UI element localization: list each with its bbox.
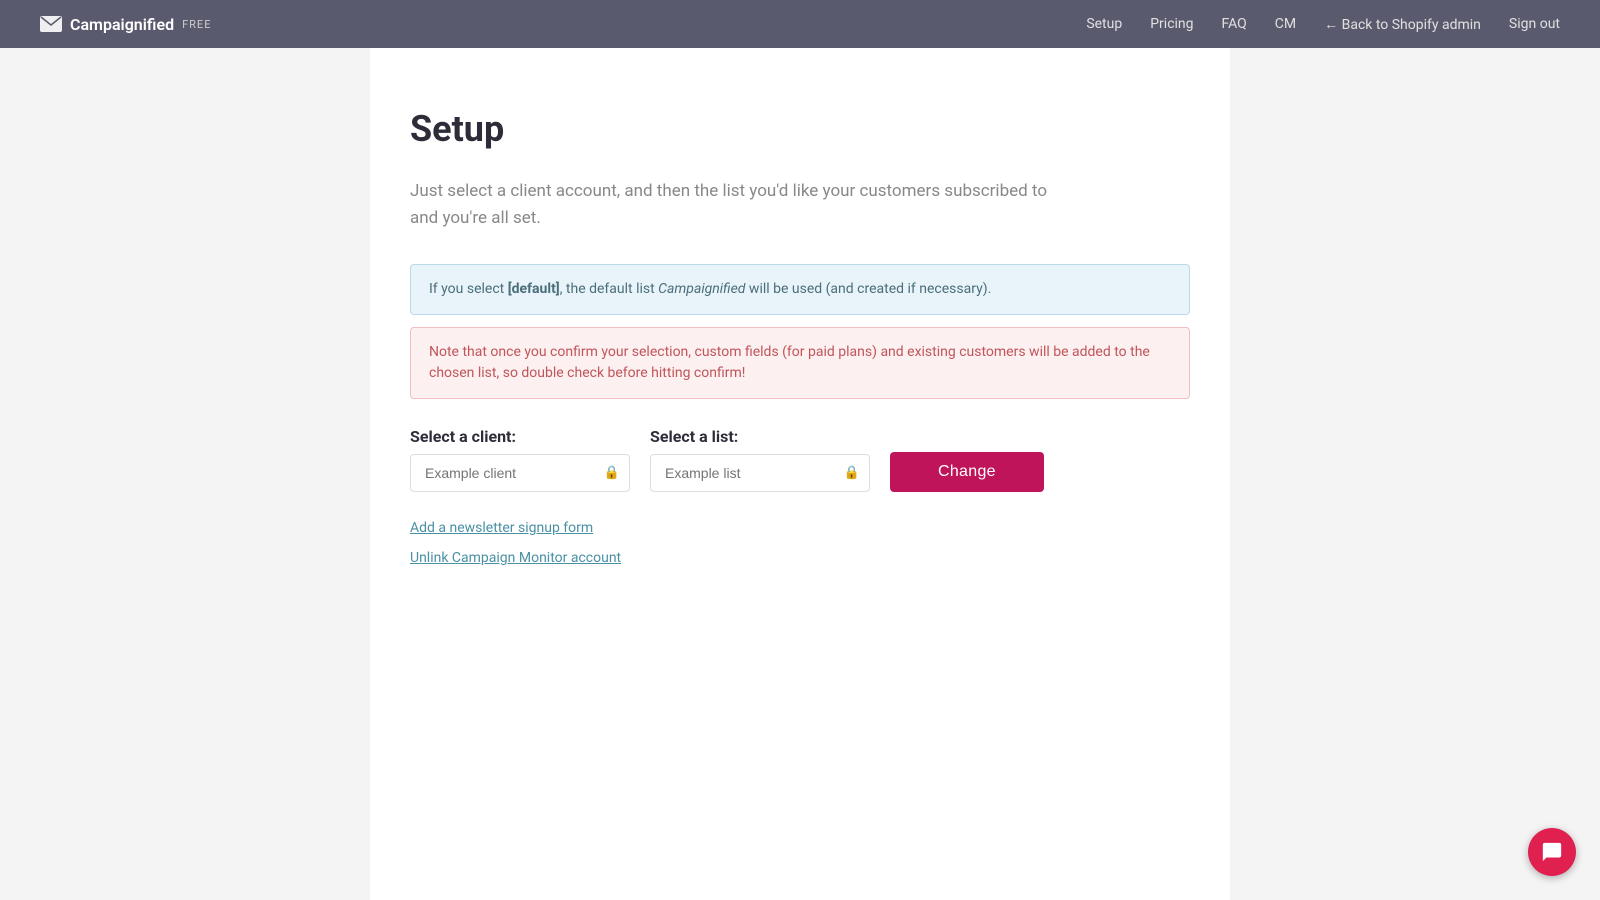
chat-icon	[1541, 841, 1563, 863]
list-label: Select a list:	[650, 427, 870, 446]
nav-sign-out[interactable]: Sign out	[1509, 16, 1560, 32]
alert-warning: Note that once you confirm your selectio…	[410, 327, 1190, 399]
nav-pricing[interactable]: Pricing	[1150, 16, 1193, 32]
alert-warning-text: Note that once you confirm your selectio…	[429, 344, 1150, 381]
action-links: Add a newsletter signup form Unlink Camp…	[410, 520, 1190, 566]
change-button[interactable]: Change	[890, 452, 1044, 492]
alert-info-prefix: If you select	[429, 281, 508, 297]
list-lock-icon: 🔒	[844, 466, 860, 481]
alert-info-highlight: [default]	[508, 281, 560, 297]
navbar: Campaignified FREE Setup Pricing FAQ CM …	[0, 0, 1600, 48]
nav-setup[interactable]: Setup	[1086, 16, 1122, 32]
list-group: Select a list: 🔒	[650, 427, 870, 492]
alert-info-end: will be used (and created if necessary).	[745, 281, 991, 297]
client-input[interactable]	[410, 454, 630, 492]
alert-info: If you select [default], the default lis…	[410, 264, 1190, 315]
page-subtitle: Just select a client account, and then t…	[410, 178, 1050, 232]
page-title: Setup	[410, 108, 1190, 150]
brand-badge: FREE	[182, 18, 211, 31]
nav-links: Setup Pricing FAQ CM ← Back to Shopify a…	[1086, 16, 1560, 33]
client-input-wrapper: 🔒	[410, 454, 630, 492]
chat-bubble[interactable]	[1528, 828, 1576, 876]
client-lock-icon: 🔒	[604, 466, 620, 481]
list-input-wrapper: 🔒	[650, 454, 870, 492]
form-row: Select a client: 🔒 Select a list: 🔒 Chan…	[410, 427, 1190, 492]
alert-info-suffix: , the default list	[560, 281, 658, 297]
brand: Campaignified FREE	[40, 15, 211, 34]
nav-cm[interactable]: CM	[1275, 16, 1296, 32]
mail-icon	[40, 16, 62, 32]
alert-info-italic: Campaignified	[658, 281, 745, 297]
unlink-campaign-link[interactable]: Unlink Campaign Monitor account	[410, 550, 621, 566]
main-content: Setup Just select a client account, and …	[370, 48, 1230, 900]
add-newsletter-link[interactable]: Add a newsletter signup form	[410, 520, 593, 536]
app-name: Campaignified	[70, 15, 174, 34]
nav-back-shopify[interactable]: ← Back to Shopify admin	[1324, 16, 1481, 33]
nav-faq[interactable]: FAQ	[1222, 16, 1247, 32]
client-group: Select a client: 🔒	[410, 427, 630, 492]
list-input[interactable]	[650, 454, 870, 492]
client-label: Select a client:	[410, 427, 630, 446]
